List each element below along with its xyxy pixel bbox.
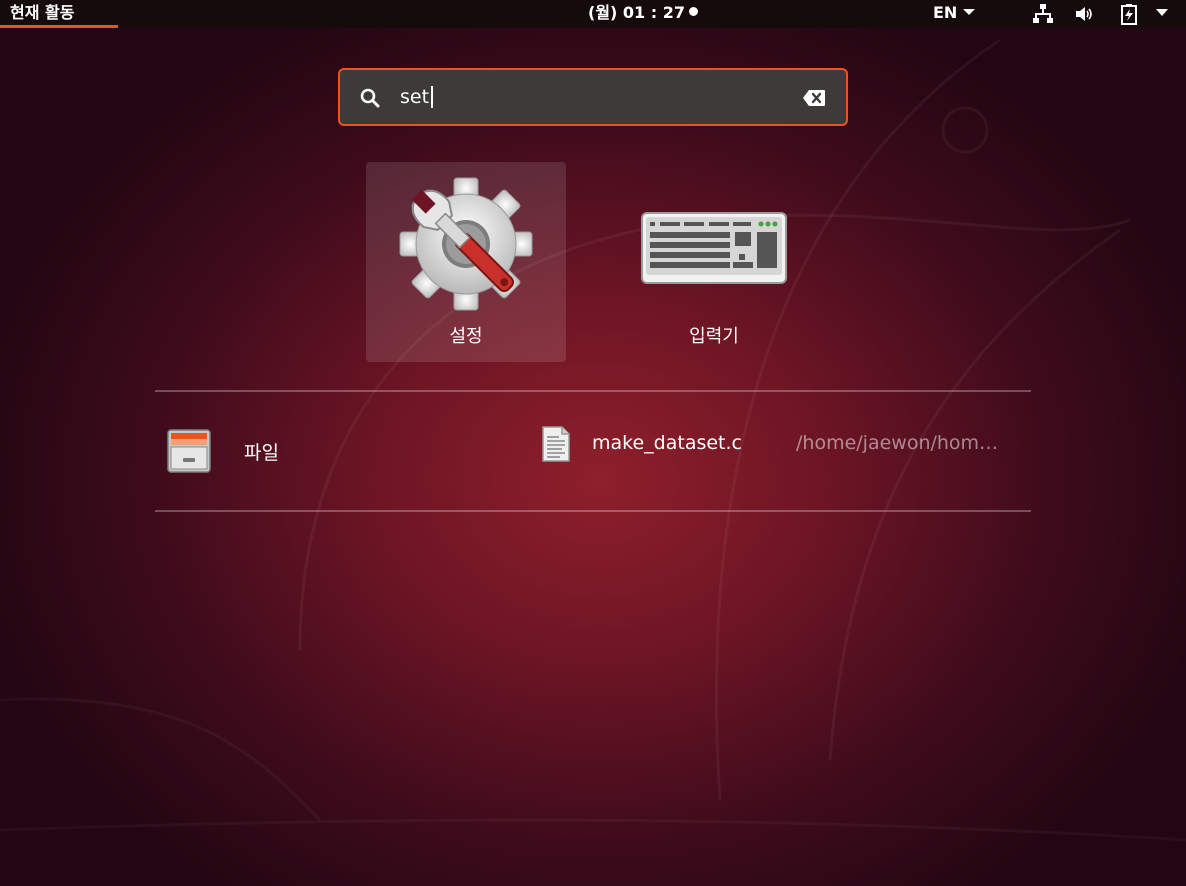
- search-result-file-make-dataset[interactable]: make_dataset.c /home/jaewon/hom…: [536, 420, 1030, 480]
- divider: [155, 390, 1031, 392]
- file-cabinet-icon: [167, 429, 211, 473]
- network-wired-icon[interactable]: [1032, 3, 1054, 25]
- text-cursor: [431, 86, 433, 108]
- search-box[interactable]: [338, 68, 848, 126]
- search-icon: [360, 88, 380, 108]
- keyboard-icon: [641, 212, 787, 284]
- battery-charging-icon[interactable]: [1118, 3, 1140, 25]
- settings-gear-wrench-icon: [399, 177, 533, 311]
- chevron-down-icon[interactable]: [1155, 8, 1169, 18]
- divider: [155, 510, 1031, 512]
- app-input-method[interactable]: 입력기: [614, 162, 814, 362]
- text-file-icon: [542, 426, 570, 462]
- clock-button[interactable]: (월) 01 : 27: [588, 0, 698, 28]
- app-label: 설정: [449, 326, 483, 347]
- search-input[interactable]: [400, 82, 780, 112]
- result-name: 파일: [244, 442, 279, 464]
- top-bar: 현재 활동 (월) 01 : 27 EN: [0, 0, 1186, 28]
- activities-button[interactable]: 현재 활동: [0, 0, 118, 28]
- volume-icon[interactable]: [1074, 3, 1096, 25]
- result-path: /home/jaewon/hom…: [796, 432, 999, 454]
- result-name: make_dataset.c: [592, 432, 742, 454]
- language-label: EN: [933, 3, 958, 22]
- chevron-down-icon: [963, 9, 976, 15]
- language-selector[interactable]: EN: [933, 0, 976, 28]
- clear-search-icon[interactable]: [802, 89, 826, 107]
- search-result-files[interactable]: 파일: [162, 420, 502, 480]
- notification-dot: [689, 7, 698, 16]
- app-settings[interactable]: 설정: [366, 162, 566, 362]
- app-label: 입력기: [689, 326, 739, 347]
- clock-text: (월) 01 : 27: [588, 3, 685, 22]
